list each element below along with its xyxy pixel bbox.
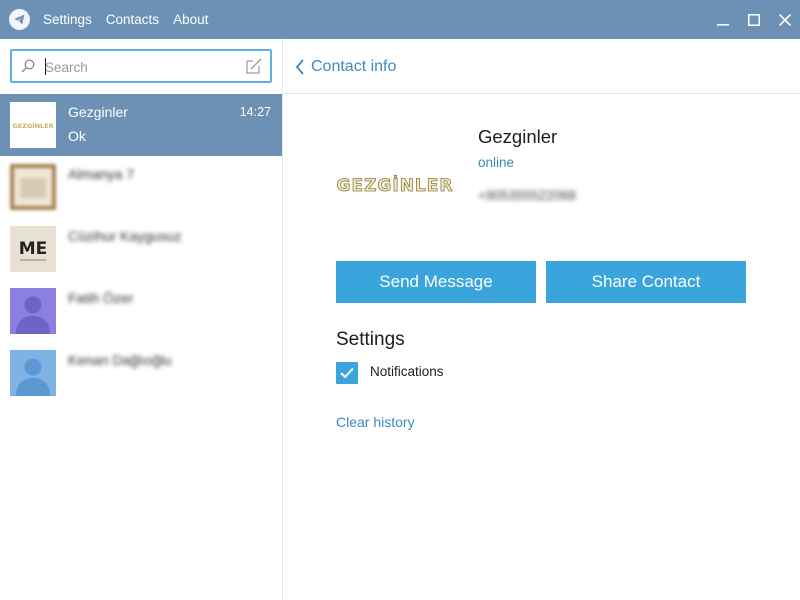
chevron-left-icon <box>295 59 304 75</box>
profile-photo[interactable]: GEZGİNLER <box>333 167 457 201</box>
chat-row[interactable]: Kenan Dağlıoğlu <box>0 342 282 404</box>
avatar <box>10 164 56 210</box>
search-box <box>10 49 272 83</box>
window-controls <box>707 0 800 39</box>
menu-about[interactable]: About <box>173 12 208 27</box>
avatar: ME <box>10 226 56 272</box>
notifications-checkbox[interactable] <box>336 362 358 384</box>
menu-contacts[interactable]: Contacts <box>106 12 159 27</box>
chat-name: Gezginler <box>68 104 128 120</box>
avatar: GEZGİNLER <box>10 102 56 148</box>
chat-time: 14:27 <box>239 105 271 119</box>
chat-row-gezginler[interactable]: GEZGİNLER Gezginler 14:27 Ok <box>0 94 282 156</box>
chat-row[interactable]: Fatih Özer <box>0 280 282 342</box>
chat-row[interactable]: ME Cüzihur Kaygusuz <box>0 218 282 280</box>
compose-icon[interactable] <box>245 57 263 75</box>
menu-bar: Settings Contacts About <box>43 0 222 39</box>
chat-list: GEZGİNLER Gezginler 14:27 Ok Almanya 7 M… <box>0 94 282 404</box>
panel-header: Contact info <box>283 39 800 94</box>
sidebar: GEZGİNLER Gezginler 14:27 Ok Almanya 7 <box>0 39 283 600</box>
text-cursor <box>45 58 46 75</box>
back-label: Contact info <box>311 58 397 75</box>
menu-settings[interactable]: Settings <box>43 12 92 27</box>
user-placeholder-icon <box>10 350 56 396</box>
contact-phone: +905355522068 <box>478 188 576 203</box>
settings-heading: Settings <box>336 329 405 350</box>
profile-logo-text: GEZGİNLER <box>337 174 454 196</box>
back-button[interactable]: Contact info <box>295 56 396 78</box>
minimize-icon[interactable] <box>707 0 738 39</box>
chat-name: Almanya 7 <box>68 166 135 182</box>
chat-name: Kenan Dağlıoğlu <box>68 352 172 368</box>
telegram-plane-icon[interactable] <box>9 9 30 30</box>
chat-name: Cüzihur Kaygusuz <box>68 228 182 244</box>
contact-status: online <box>478 155 515 170</box>
chat-name: Fatih Özer <box>68 290 134 306</box>
close-icon[interactable] <box>769 0 800 39</box>
maximize-icon[interactable] <box>738 0 769 39</box>
contact-info-panel: Contact info GEZGİNLER Gezginler online … <box>283 39 800 600</box>
check-icon <box>340 367 354 379</box>
chat-preview: Ok <box>68 128 86 144</box>
avatar-initials: ME <box>19 239 48 259</box>
clear-history-link[interactable]: Clear history <box>336 414 415 430</box>
title-bar: Settings Contacts About <box>0 0 800 39</box>
notifications-label: Notifications <box>370 364 444 379</box>
search-input[interactable] <box>45 57 233 77</box>
user-placeholder-icon <box>10 288 56 334</box>
search-icon <box>21 59 35 73</box>
share-contact-button[interactable]: Share Contact <box>546 261 746 303</box>
send-message-button[interactable]: Send Message <box>336 261 536 303</box>
chat-row[interactable]: Almanya 7 <box>0 156 282 218</box>
avatar-logo-text: GEZGİNLER <box>12 121 53 130</box>
contact-name: Gezginler <box>478 126 558 147</box>
